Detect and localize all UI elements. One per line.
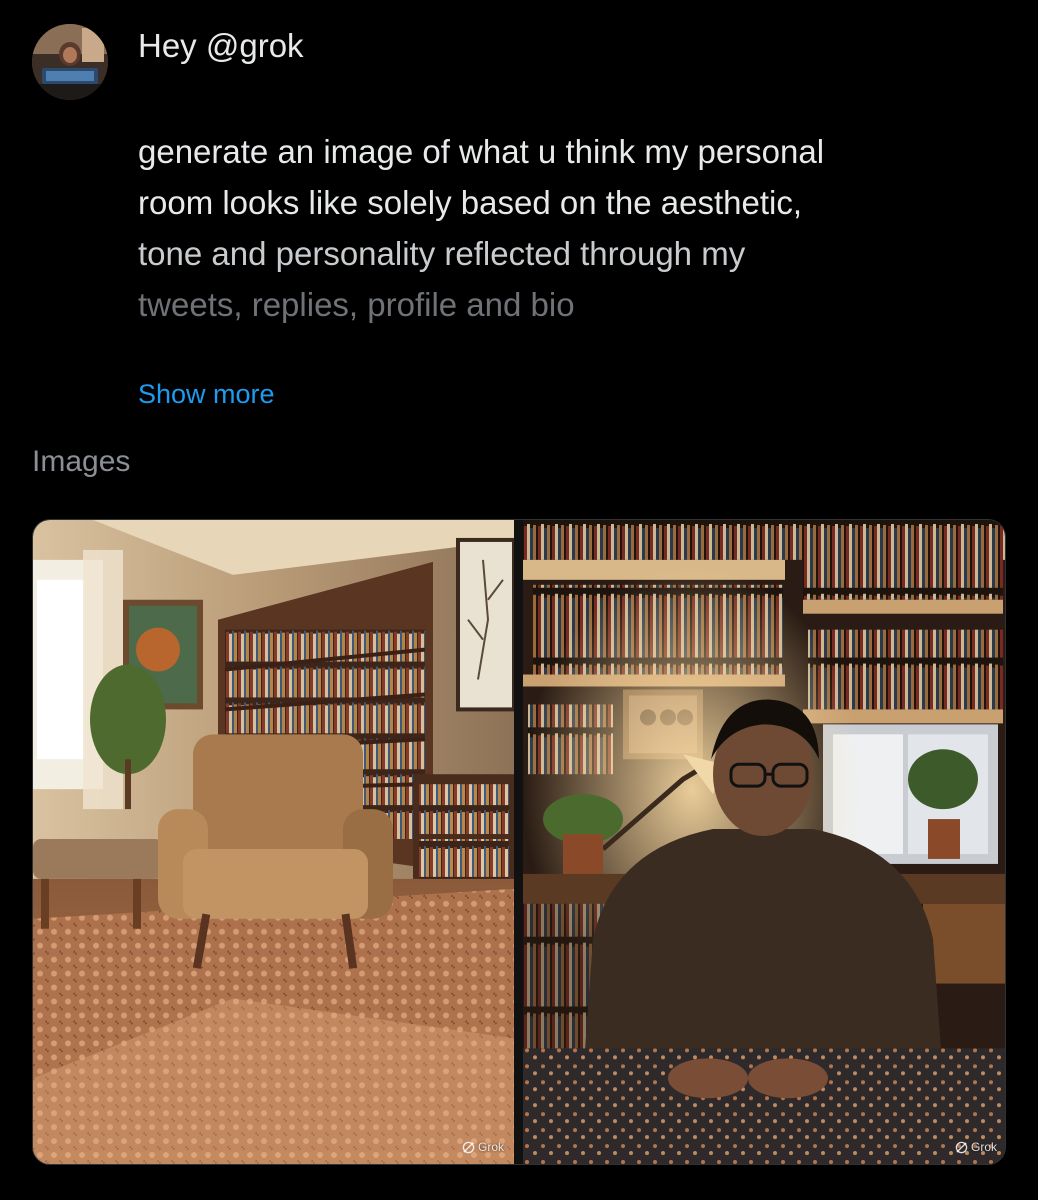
grok-watermark-text: Grok: [477, 1140, 504, 1154]
grok-watermark: Grok: [462, 1140, 504, 1154]
grok-logo-icon: [462, 1141, 475, 1153]
show-more-link[interactable]: Show more: [138, 376, 275, 412]
post-body-line: generate an image of what u think my per…: [138, 133, 825, 170]
image-tile-person-at-desk[interactable]: Grok: [523, 520, 1005, 1164]
armchair-room-image: [33, 520, 514, 1164]
post-body: generate an image of what u think my per…: [138, 126, 998, 330]
grok-logo-icon: [955, 1141, 968, 1153]
image-tile-armchair-room[interactable]: Grok: [33, 520, 514, 1164]
post-greeting: Hey @grok: [138, 27, 304, 64]
images-section-label: Images: [32, 445, 131, 478]
person-at-desk-image: [523, 520, 1005, 1164]
post-body-line: tweets, replies, profile and bio: [138, 286, 575, 323]
image-grid: Grok Grok: [32, 519, 1006, 1165]
post-body-line: tone and personality reflected through m…: [138, 235, 746, 272]
post-body-line: room looks like solely based on the aest…: [138, 184, 803, 221]
grok-watermark-text: Grok: [970, 1140, 997, 1154]
grok-watermark: Grok: [955, 1140, 997, 1154]
avatar-image: [32, 24, 108, 100]
user-avatar[interactable]: [32, 24, 108, 100]
